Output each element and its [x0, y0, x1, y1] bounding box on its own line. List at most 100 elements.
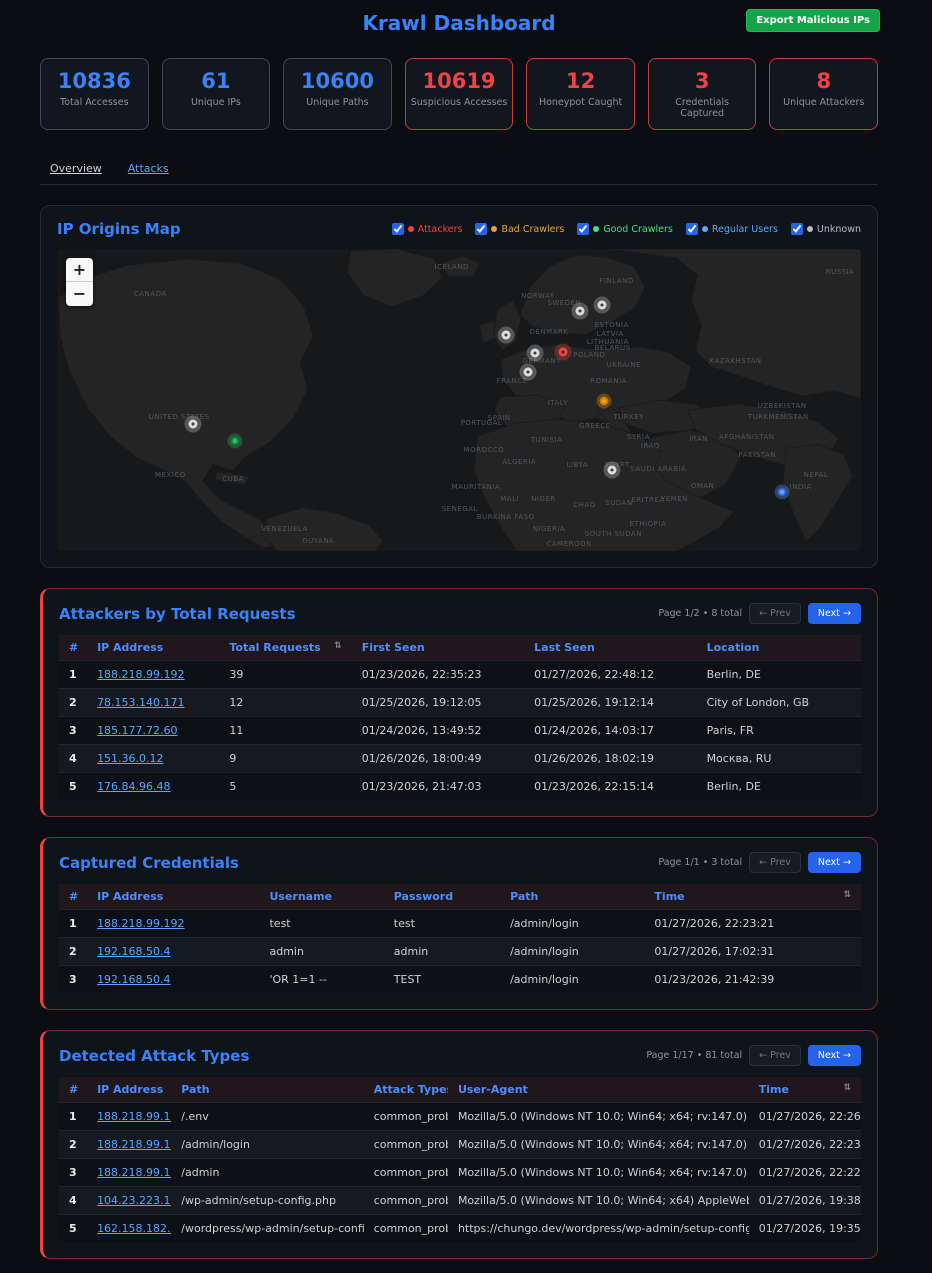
map-marker-cluster[interactable]: [607, 465, 616, 474]
stat-label: Unique IPs: [167, 97, 266, 108]
table-row: 5 162.158.182.104 /wordpress/wp-admin/se…: [59, 1215, 861, 1243]
legend-checkbox-bad-crawlers[interactable]: [475, 223, 487, 235]
next-page-button[interactable]: Next →: [808, 852, 861, 873]
map-marker-cluster[interactable]: [524, 368, 533, 377]
ip-link[interactable]: 188.218.99.192: [97, 668, 184, 681]
stat-value: 10619: [410, 70, 509, 93]
legend-item-bad-crawlers[interactable]: Bad Crawlers: [475, 223, 564, 235]
legend-item-regular-users[interactable]: Regular Users: [686, 223, 778, 235]
map-canvas[interactable]: + − CANADAICELANDRUSSIAFINLANDNORWAYSWED…: [57, 249, 861, 551]
map-marker-cluster[interactable]: [598, 300, 607, 309]
cell-path: /admin/login: [500, 966, 644, 994]
cell-username: 'OR 1=1 --: [259, 966, 383, 994]
cell-location: Москва, RU: [697, 745, 861, 773]
cell-time: 01/27/2026, 19:35:33: [749, 1215, 861, 1243]
ip-link[interactable]: 192.168.50.4: [97, 973, 170, 986]
column-header-total-requests: ⇅Total Requests: [219, 635, 351, 661]
cell-rank: 3: [59, 717, 87, 745]
legend-checkbox-attackers[interactable]: [392, 223, 404, 235]
next-page-button[interactable]: Next →: [808, 1045, 861, 1066]
legend-dot-regular-users: [702, 226, 708, 232]
stat-value: 3: [653, 70, 752, 93]
legend-item-attackers[interactable]: Attackers: [392, 223, 463, 235]
legend-item-unknown[interactable]: Unknown: [791, 223, 861, 235]
cell-rank: 3: [59, 966, 87, 994]
legend-checkbox-unknown[interactable]: [791, 223, 803, 235]
cell-time: 01/27/2026, 22:26:11: [749, 1103, 861, 1131]
map-marker-good[interactable]: [230, 436, 239, 445]
legend-item-good-crawlers[interactable]: Good Crawlers: [577, 223, 673, 235]
pagination-info: Page 1/2 • 8 total: [658, 608, 742, 619]
ip-link[interactable]: 162.158.182.104: [97, 1222, 171, 1235]
ip-link[interactable]: 188.218.99.192: [97, 917, 184, 930]
ip-link[interactable]: 78.153.140.171: [97, 696, 184, 709]
credentials-panel-title: Captured Credentials: [59, 854, 239, 872]
map-marker-cluster[interactable]: [188, 419, 197, 428]
captured-credentials-panel: Captured Credentials Page 1/1 • 3 total …: [40, 837, 878, 1010]
map-zoom-out-button[interactable]: −: [66, 282, 93, 306]
column-header-ip-address: IP Address: [87, 635, 219, 661]
table-row: 4 151.36.0.12 9 01/26/2026, 18:00:49 01/…: [59, 745, 861, 773]
ip-link[interactable]: 176.84.96.48: [97, 780, 170, 793]
attackers-by-total-requests-panel: Attackers by Total Requests Page 1/2 • 8…: [40, 588, 878, 817]
prev-page-button[interactable]: ← Prev: [749, 852, 801, 873]
landmass-iceland: [441, 256, 479, 276]
cell-first-seen: 01/26/2026, 18:00:49: [352, 745, 524, 773]
tab-overview[interactable]: Overview: [50, 157, 102, 184]
prev-page-button[interactable]: ← Prev: [749, 1045, 801, 1066]
ip-link[interactable]: 185.177.72.60: [97, 724, 177, 737]
cell-rank: 3: [59, 1159, 87, 1187]
ip-link[interactable]: 151.36.0.12: [97, 752, 163, 765]
stats-row: 10836 Total Accesses 61 Unique IPs 10600…: [40, 58, 878, 130]
tab-attacks[interactable]: Attacks: [128, 157, 169, 184]
column-header-rank: #: [59, 884, 87, 910]
table-header-row: # IP Address ⇅Total Requests First Seen …: [59, 635, 861, 661]
cell-attack-types: common_probes: [364, 1131, 448, 1159]
map-zoom-in-button[interactable]: +: [66, 258, 93, 282]
ip-link[interactable]: 104.23.223.128: [97, 1194, 171, 1207]
legend-checkbox-regular-users[interactable]: [686, 223, 698, 235]
landmass-south-america: [262, 508, 383, 551]
ip-link[interactable]: 188.218.99.192: [97, 1138, 171, 1151]
table-row: 3 188.218.99.192 /admin common_probes Mo…: [59, 1159, 861, 1187]
export-malicious-ips-button[interactable]: Export Malicious IPs: [746, 9, 880, 32]
cell-total-requests: 11: [219, 717, 351, 745]
stat-card-honeypot-caught: 12 Honeypot Caught: [526, 58, 635, 130]
legend-label-good-crawlers: Good Crawlers: [603, 224, 673, 235]
next-page-button[interactable]: Next →: [808, 603, 861, 624]
cell-location: City of London, GB: [697, 689, 861, 717]
ip-link[interactable]: 192.168.50.4: [97, 945, 170, 958]
map-marker-cluster[interactable]: [576, 306, 585, 315]
map-marker-bad[interactable]: [599, 396, 608, 405]
table-row: 1 188.218.99.192 test test /admin/login …: [59, 910, 861, 938]
attacks-pagination: Page 1/17 • 81 total ← Prev Next →: [646, 1045, 861, 1066]
sort-icon[interactable]: ⇅: [843, 1083, 851, 1093]
cell-rank: 2: [59, 689, 87, 717]
map-marker-cluster[interactable]: [530, 349, 539, 358]
legend-checkbox-good-crawlers[interactable]: [577, 223, 589, 235]
cell-first-seen: 01/25/2026, 19:12:05: [352, 689, 524, 717]
prev-page-button[interactable]: ← Prev: [749, 603, 801, 624]
cell-first-seen: 01/23/2026, 22:35:23: [352, 661, 524, 689]
landmass-greenland: [348, 249, 443, 306]
cell-rank: 4: [59, 745, 87, 773]
column-header-location: Location: [697, 635, 861, 661]
cell-total-requests: 9: [219, 745, 351, 773]
cell-rank: 1: [59, 910, 87, 938]
ip-link[interactable]: 188.218.99.192: [97, 1166, 171, 1179]
landmass-cuba: [215, 472, 250, 485]
stat-label: Unique Attackers: [774, 97, 873, 108]
sort-icon[interactable]: ⇅: [843, 890, 851, 900]
ip-link[interactable]: 188.218.99.192: [97, 1110, 171, 1123]
cell-location: Berlin, DE: [697, 661, 861, 689]
column-header-path: Path: [500, 884, 644, 910]
map-marker-regular[interactable]: [778, 487, 787, 496]
stat-value: 12: [531, 70, 630, 93]
map-marker-attacker[interactable]: [558, 348, 567, 357]
table-row: 4 104.23.223.128 /wp-admin/setup-config.…: [59, 1187, 861, 1215]
cell-time: 01/27/2026, 22:22:54: [749, 1159, 861, 1187]
sort-icon[interactable]: ⇅: [334, 641, 342, 651]
cell-user-agent: Mozilla/5.0 (Windows NT 10.0; Win64; x64…: [448, 1131, 749, 1159]
map-marker-cluster[interactable]: [502, 330, 511, 339]
cell-path: /admin: [171, 1159, 363, 1187]
